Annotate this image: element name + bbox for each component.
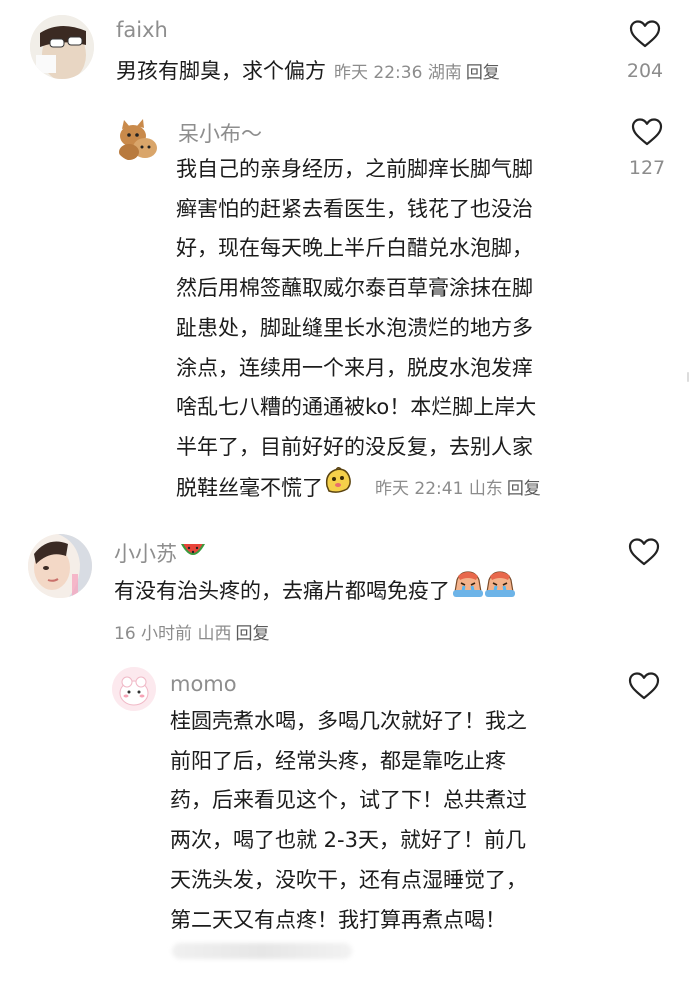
scroll-indicator [687, 372, 689, 382]
avatar[interactable] [112, 667, 156, 711]
comment-line: 我自己的亲身经历，之前脚痒长脚气脚 [176, 157, 533, 181]
comment-meta: 昨天 22:36 湖南 回复 [334, 63, 500, 83]
like-count: 127 [628, 157, 666, 179]
comment-line: 半年了，目前好好的没反复，去别人家 [176, 434, 533, 459]
comment-text: 有没有治头疼的，去痛片都喝免疫了 [114, 570, 516, 614]
heart-outline-icon[interactable] [628, 671, 660, 701]
comment-text: 我自己的亲身经历，之前脚痒长脚气脚 癣害怕的赶紧去看医生，钱花了也没治 好，现在… [176, 150, 541, 510]
comment-body: 男孩有脚臭，求个偏方 [116, 59, 326, 83]
heart-outline-icon[interactable] [629, 19, 661, 49]
comment-line: 脱鞋丝毫不慌了 [176, 475, 323, 500]
reply-button[interactable]: 回复 [507, 479, 541, 499]
comment-line: 啥乱七八糟的通通被ko！本烂脚上岸大 [176, 395, 537, 420]
comment-line: 两次，喝了也就 2-3天，就好了！前几 [170, 828, 526, 853]
location: 山西 [197, 624, 232, 644]
blob-emoji [323, 466, 353, 508]
timestamp: 昨天 22:41 [375, 479, 464, 500]
username[interactable]: faixh [116, 18, 168, 42]
reply-button[interactable]: 回复 [235, 624, 269, 644]
username-text: 小小苏 [114, 542, 177, 566]
comment-meta: 16 小时前 山西 回复 [114, 619, 269, 644]
avatar[interactable] [113, 114, 161, 162]
comment-line: 好，现在每天晚上半斤白醋兑水泡脚， [176, 236, 533, 261]
watermelon-emoji [179, 540, 207, 567]
comment-line: 前阳了后，经常头疼，都是靠吃止疼 [170, 748, 506, 773]
blurred-meta-placeholder [172, 943, 352, 959]
comment-last-line: 脱鞋丝毫不慌了 昨天 22:41 山东 回复 [176, 466, 541, 511]
comment-line: 第二天又有点疼！我打算再煮点喝！ [170, 907, 506, 932]
comment-body: 有没有治头疼的，去痛片都喝免疫了 [114, 578, 450, 603]
username[interactable]: 小小苏 [114, 538, 207, 569]
comment-line: 然后用棉签蘸取威尔泰百草膏涂抹在脚 [176, 276, 533, 301]
avatar[interactable] [30, 15, 94, 79]
reply-button[interactable]: 回复 [466, 63, 500, 83]
avatar[interactable] [28, 534, 92, 598]
comment-line: 趾患处，脚趾缝里长水泡溃烂的地方多 [176, 315, 533, 340]
heart-outline-icon[interactable] [631, 117, 663, 147]
comment-line: 桂圆壳煮水喝，多喝几次就好了！我之 [170, 709, 527, 733]
timestamp: 16 小时前 [114, 624, 193, 644]
crying-emoji [484, 568, 516, 612]
crying-emoji [452, 568, 484, 612]
heart-outline-icon[interactable] [628, 537, 660, 567]
username[interactable]: momo [170, 672, 237, 696]
comment-text: 桂圆壳煮水喝，多喝几次就好了！我之 前阳了后，经常头疼，都是靠吃止疼 药，后来看… [170, 702, 527, 940]
username[interactable]: 呆小布～ [178, 118, 262, 148]
location: 湖南 [427, 63, 462, 83]
timestamp: 昨天 22:36 [334, 63, 423, 83]
location: 山东 [468, 479, 503, 500]
comment-line: 癣害怕的赶紧去看医生，钱花了也没治 [176, 196, 533, 221]
comment-line: 涂点，连续用一个来月，脱皮水泡发痒 [176, 355, 533, 380]
comment-line: 药，后来看见这个，试了下！总共煮过 [170, 788, 527, 813]
comment-text: 男孩有脚臭，求个偏方 昨天 22:36 湖南 回复 [116, 52, 500, 94]
comment-meta: 昨天 22:41 山东 回复 [375, 479, 541, 499]
like-count: 204 [626, 60, 664, 82]
comment-line: 天洗头发，没吹干，还有点湿睡觉了， [170, 867, 527, 892]
